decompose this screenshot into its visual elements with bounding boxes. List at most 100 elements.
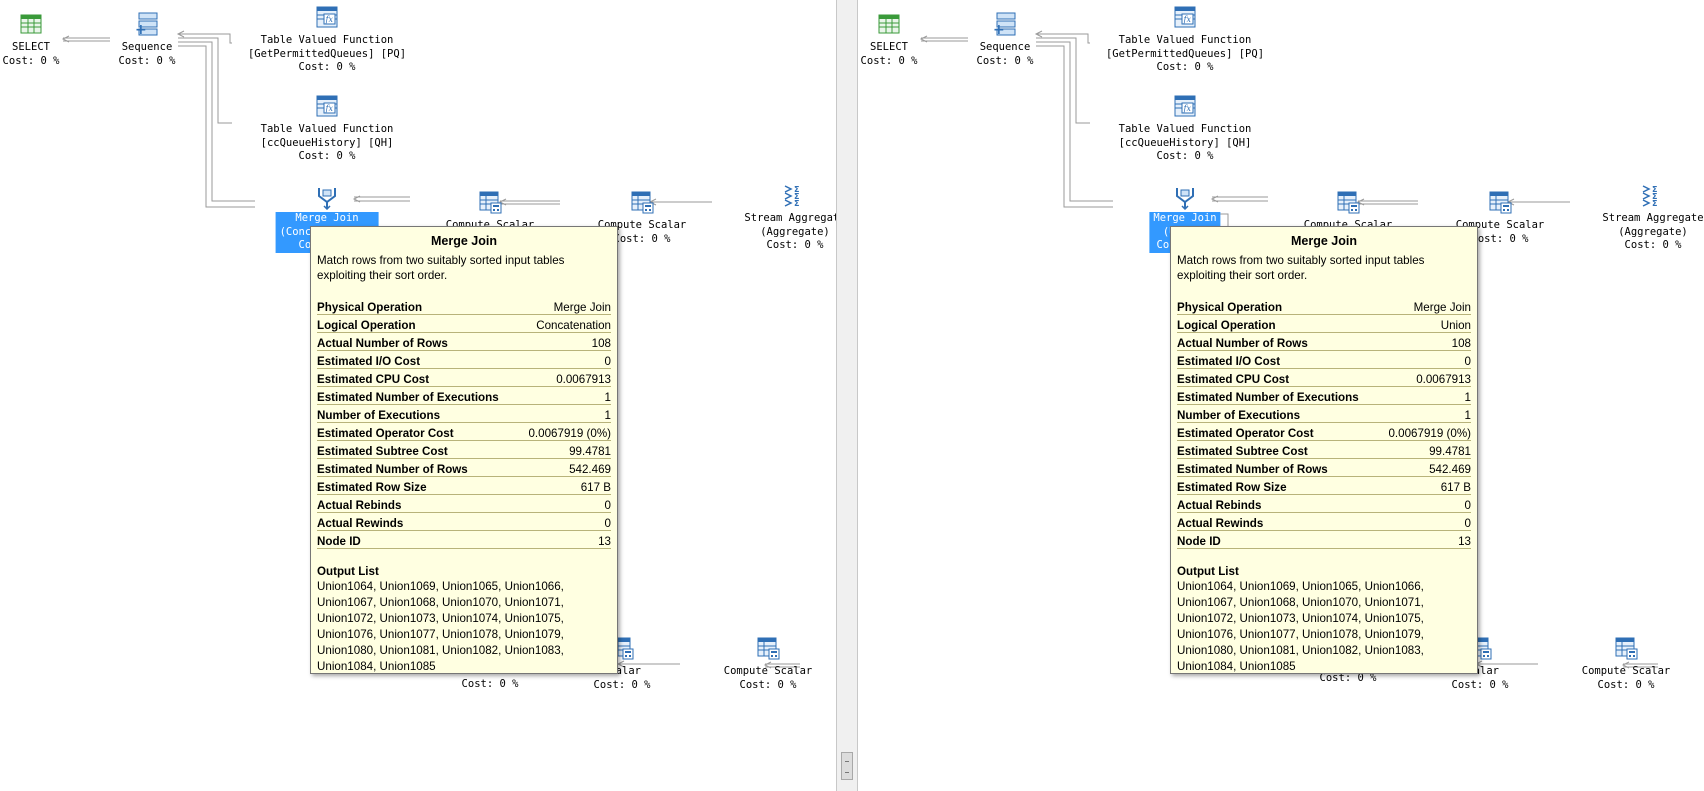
output-list-line: Union1080, Union1081, Union1082, Union10… [1177,644,1424,657]
property-name: Estimated CPU Cost [317,368,520,387]
property-value: 0.0067919 (0%) [1379,422,1471,441]
stream-aggregate-node[interactable]: Stream Aggregate (Aggregate) Cost: 0 % [744,212,836,253]
property-value: 0 [519,512,611,531]
tooltip-properties-table: Physical Operation Merge Join Logical Oper… [1177,297,1471,549]
property-value: 617 B [1379,476,1471,495]
property-value: 1 [519,404,611,423]
output-list-line: Union1072, Union1073, Union1074, Union10… [317,612,564,625]
tooltip-title: Merge Join [1291,234,1357,248]
svg-text:fx: fx [1183,15,1192,24]
tooltip-property-row: Estimated Operator Cost 0.0067919 (0%) [1177,422,1471,441]
property-name: Estimated Subtree Cost [1177,440,1380,459]
compute-scalar-node-4[interactable]: Compute Scalar Cost: 0 % [1582,665,1671,692]
select-icon[interactable] [19,12,43,36]
tooltip-description: Match rows from two suitably sorted inpu… [317,254,565,282]
tooltip-description: Match rows from two suitably sorted inpu… [1177,254,1425,282]
property-value: 0.0067913 [1379,368,1471,387]
compute-scalar-icon[interactable] [478,190,502,214]
node-label-line: (Aggregate) [760,225,830,238]
node-label-line: Compute Scalar [1581,665,1671,677]
output-list-line: Union1072, Union1073, Union1074, Union10… [1177,612,1424,625]
tvf-ccqueuehistory-node[interactable]: Table Valued Function [ccQueueHistory] [Q… [261,123,394,164]
property-value: Concatenation [519,314,611,333]
node-label-line: Cost: 0 % [298,150,356,162]
node-label-line: [ccQueueHistory] [QH] [260,136,394,149]
property-name: Estimated Operator Cost [317,422,520,441]
execution-plan-pane-right[interactable]: SELECT Cost: 0 % + Sequence Cost: 0 % fx Table… [858,0,1704,791]
tooltip-property-row: Estimated Subtree Cost 99.4781 [1177,440,1471,459]
svg-text:Σ: Σ [794,199,799,207]
property-value: Merge Join [1379,297,1471,315]
tooltip-property-row: Actual Rewinds 0 [317,512,611,531]
table-valued-function-icon[interactable]: fx [1173,5,1197,29]
pane-splitter[interactable] [836,0,858,791]
property-value: 99.4781 [1379,440,1471,459]
compute-scalar-node-4[interactable]: Compute Scalar Cost: 0 % [724,665,813,692]
bottom-cost-node-1[interactable]: Cost: 0 % [462,678,519,692]
output-list-heading: Output List [317,565,379,578]
output-list-line: Union1084, Union1085 [317,660,436,673]
sequence-node[interactable]: Sequence Cost: 0 % [119,41,176,68]
node-label-line: Cost: 0 % [298,61,356,73]
table-valued-function-icon[interactable]: fx [315,94,339,118]
svg-text:+: + [135,22,147,36]
stream-aggregate-node[interactable]: Stream Aggregate (Aggregate) Cost: 0 % [1602,212,1703,253]
property-value: 0 [519,350,611,369]
node-label-line: Cost: 0 % [1624,239,1682,251]
svg-text:Σ: Σ [1652,199,1657,207]
tooltip-property-row: Estimated Subtree Cost 99.4781 [317,440,611,459]
tooltip-property-row: Number of Executions 1 [317,404,611,423]
table-valued-function-icon[interactable]: fx [315,5,339,29]
node-label-line: Cost: 0 % [976,54,1034,67]
node-label-line: Cost: 0 % [461,678,519,690]
property-value: 0 [1379,512,1471,531]
compute-scalar-icon[interactable] [630,190,654,214]
node-label-line: Sequence [979,41,1031,53]
select-icon[interactable] [877,12,901,36]
splitter-grip[interactable] [841,752,853,780]
select-node[interactable]: SELECT Cost: 0 % [861,41,918,68]
property-value: 0 [1379,494,1471,513]
tooltip-property-row: Number of Executions 1 [1177,404,1471,423]
property-name: Actual Rewinds [1177,512,1380,531]
tooltip-property-row: Estimated Number of Executions 1 [317,386,611,405]
compute-scalar-icon[interactable] [1488,190,1512,214]
tvf-getpermittedqueues-node[interactable]: Table Valued Function [GetPermittedQueues… [248,34,406,75]
operator-tooltip: Merge Join Match rows from two suitably s… [1170,226,1478,674]
tooltip-property-row: Estimated Number of Executions 1 [1177,386,1471,405]
compute-scalar-icon[interactable] [756,636,780,660]
tvf-ccqueuehistory-node[interactable]: Table Valued Function [ccQueueHistory] [Q… [1119,123,1252,164]
execution-plan-pane-left[interactable]: SELECT Cost: 0 % + Sequence Cost: 0 % fx Table… [0,0,836,791]
property-value: 542.469 [1379,458,1471,477]
sequence-node[interactable]: Sequence Cost: 0 % [977,41,1034,68]
merge-join-icon[interactable] [1173,186,1197,211]
property-value: Union [1379,314,1471,333]
tooltip-property-row: Estimated I/O Cost 0 [1177,350,1471,369]
property-value: 99.4781 [519,440,611,459]
output-list-line: Union1064, Union1069, Union1065, Union10… [1177,580,1424,593]
merge-join-icon[interactable] [315,186,339,211]
tvf-getpermittedqueues-node[interactable]: Table Valued Function [GetPermittedQueues… [1106,34,1264,75]
property-name: Node ID [317,530,520,549]
compute-scalar-icon[interactable] [1614,636,1638,660]
tooltip-property-row: Estimated CPU Cost 0.0067913 [317,368,611,387]
property-name: Estimated I/O Cost [1177,350,1380,369]
node-label-line: Compute Scalar [723,665,813,677]
stream-aggregate-icon[interactable]: ΣΣΣ [1641,183,1665,208]
sequence-icon[interactable]: + [135,12,159,38]
select-node[interactable]: SELECT Cost: 0 % [3,41,60,68]
svg-text:+: + [993,22,1005,36]
stream-aggregate-icon[interactable]: ΣΣΣ [783,183,807,208]
property-name: Physical Operation [1177,297,1380,315]
sequence-icon[interactable]: + [993,12,1017,38]
operator-tooltip: Merge Join Match rows from two suitably s… [310,226,618,674]
output-list: Union1064, Union1069, Union1065, Union10… [1177,579,1471,673]
compute-scalar-icon[interactable] [1336,190,1360,214]
node-label-line: SELECT [870,41,908,53]
node-label-line: Cost: 0 % [860,54,918,67]
property-name: Actual Number of Rows [317,332,520,351]
node-label-line: Cost: 0 % [1156,150,1214,162]
property-name: Estimated Subtree Cost [317,440,520,459]
tooltip-property-row: Logical Operation Union [1177,314,1471,333]
table-valued-function-icon[interactable]: fx [1173,94,1197,118]
